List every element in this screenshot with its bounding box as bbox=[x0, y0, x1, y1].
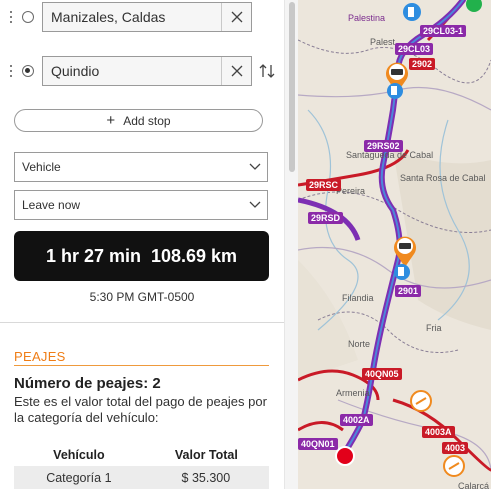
departure-time-select-value: Leave now bbox=[22, 198, 81, 212]
route-shield: 29CL03-1 bbox=[420, 25, 467, 37]
stop-input-destination[interactable]: Quindio bbox=[42, 56, 252, 86]
peajes-description: Este es el valor total del pago de peaje… bbox=[14, 394, 267, 425]
route-shield: 29CL03 bbox=[395, 43, 434, 55]
peajes-table: Vehículo Valor Total Categoría 1 $ 35.30… bbox=[14, 444, 269, 489]
map-label: Palestina bbox=[348, 13, 386, 23]
map-label: Fria bbox=[426, 323, 442, 333]
stop-row-destination bbox=[0, 55, 34, 87]
route-shield: 2902 bbox=[409, 58, 436, 70]
map-label: Armenia bbox=[336, 388, 370, 398]
route-duration: 1 hr 27 min bbox=[45, 245, 141, 266]
stop-row-origin bbox=[0, 1, 34, 33]
arrival-time: 5:30 PM GMT-0500 bbox=[89, 290, 195, 304]
map-label: Palest bbox=[370, 37, 396, 47]
stop-radio-destination[interactable] bbox=[22, 65, 34, 77]
route-distance: 108.69 km bbox=[150, 245, 238, 266]
route-shield: 4003 bbox=[442, 442, 469, 454]
map-view[interactable]: Palestina Palest Santágueda de Cabal San… bbox=[298, 0, 491, 489]
route-shield: 29RS02 bbox=[364, 140, 403, 152]
map-label: Santa Rosa de Cabal bbox=[400, 173, 486, 183]
table-header-vehiculo: Vehículo bbox=[53, 448, 105, 462]
scrollbar-thumb[interactable] bbox=[289, 2, 295, 172]
divider bbox=[0, 322, 284, 323]
table-cell-value: $ 35.300 bbox=[143, 466, 269, 489]
drag-handle-icon[interactable] bbox=[6, 65, 16, 77]
peajes-underline bbox=[14, 365, 269, 366]
stop-radio-origin[interactable] bbox=[22, 11, 34, 23]
panel-scrollbar[interactable] bbox=[284, 0, 299, 489]
drag-handle-icon[interactable] bbox=[6, 11, 16, 23]
stop-input-destination-value[interactable]: Quindio bbox=[43, 63, 221, 79]
stop-input-origin[interactable]: Manizales, Caldas bbox=[42, 2, 252, 32]
peajes-count: Número de peajes: 2 bbox=[14, 375, 161, 392]
map-label: Calarcá bbox=[458, 481, 490, 489]
table-cell-category: Categoría 1 bbox=[14, 466, 144, 489]
route-shield: 4003A bbox=[422, 426, 455, 438]
vehicle-select-value: Vehicle bbox=[22, 160, 61, 174]
route-shield: 29RSC bbox=[306, 179, 342, 191]
chevron-down-icon bbox=[243, 201, 267, 209]
map-label: Filandia bbox=[342, 293, 374, 303]
peajes-title: PEAJES bbox=[14, 349, 66, 364]
map-label: Norte bbox=[348, 339, 371, 349]
table-header-valor-total: Valor Total bbox=[174, 448, 238, 462]
route-shield: 40QN01 bbox=[298, 438, 338, 450]
route-shield: 4002A bbox=[340, 414, 373, 426]
route-shield: 2901 bbox=[395, 285, 422, 297]
plus-icon: + bbox=[106, 112, 116, 129]
table-row: Categoría 1 $ 35.300 bbox=[14, 466, 269, 489]
stop-input-origin-value[interactable]: Manizales, Caldas bbox=[43, 9, 221, 25]
chevron-down-icon bbox=[243, 163, 267, 171]
route-summary-badge: 1 hr 27 min 108.69 km bbox=[14, 231, 269, 281]
swap-stops-icon[interactable] bbox=[258, 62, 276, 80]
route-shield: 29RSD bbox=[308, 212, 344, 224]
route-shield: 40QN05 bbox=[362, 368, 402, 380]
clear-icon[interactable] bbox=[221, 3, 251, 31]
table-header-row: Vehículo Valor Total bbox=[14, 444, 269, 466]
departure-time-select[interactable]: Leave now bbox=[14, 190, 268, 220]
directions-panel: Manizales, Caldas Quindio + Add stop Veh… bbox=[0, 0, 284, 489]
vehicle-select[interactable]: Vehicle bbox=[14, 152, 268, 182]
add-stop-label: Add stop bbox=[123, 113, 171, 128]
add-stop-button[interactable]: + Add stop bbox=[14, 109, 263, 132]
clear-icon[interactable] bbox=[221, 57, 251, 85]
